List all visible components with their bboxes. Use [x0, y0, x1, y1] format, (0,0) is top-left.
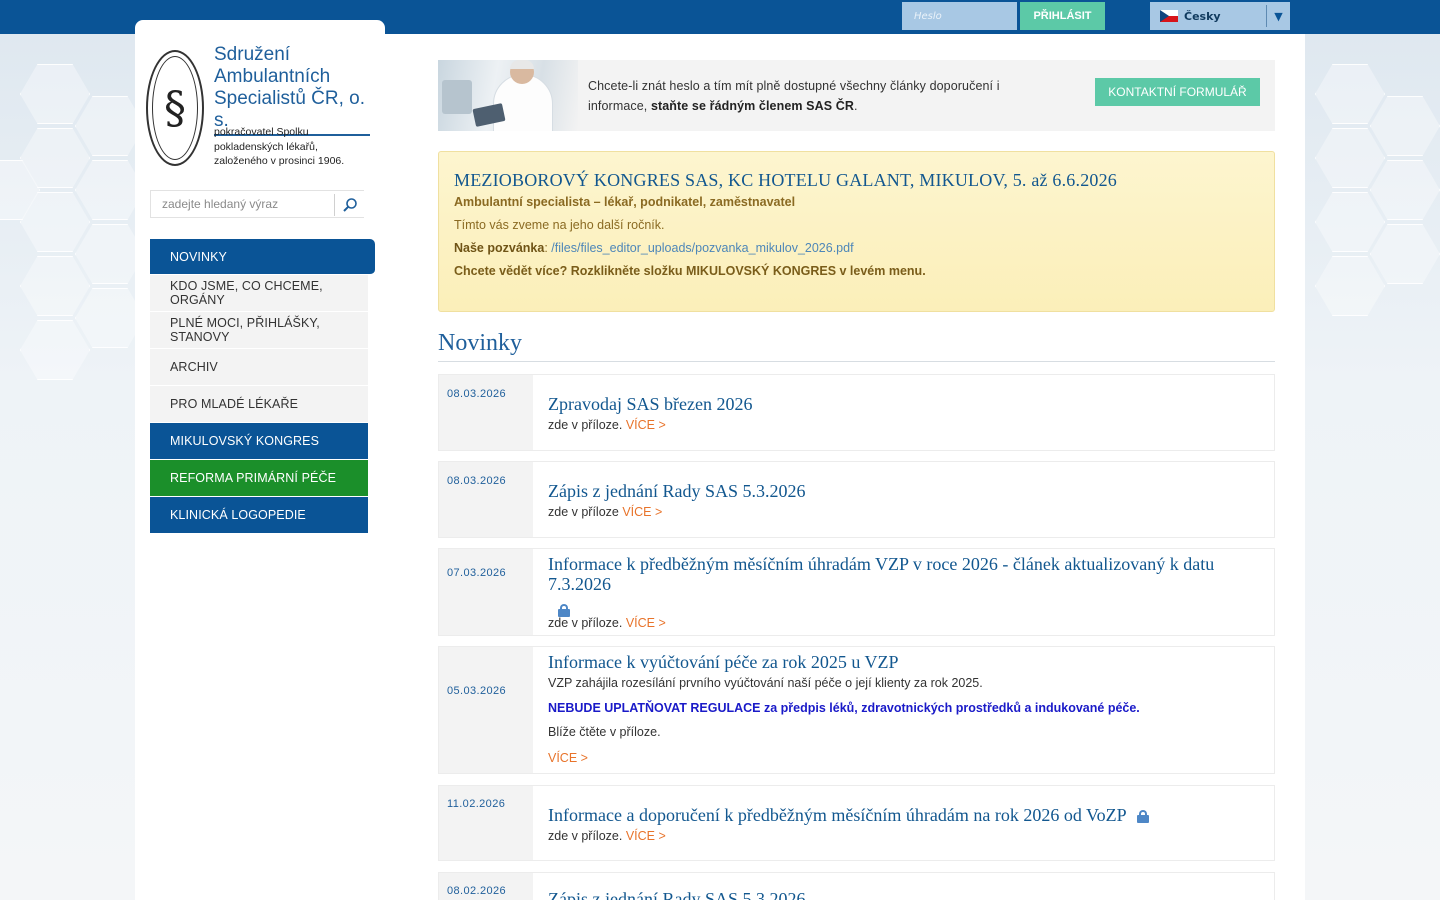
nav-item-klinicka-logopedie[interactable]: KLINICKÁ LOGOPEDIE [150, 497, 368, 534]
congress-invite: Tímto vás zveme na jeho další ročník. [454, 218, 665, 232]
news-item: 07.03.2026 Informace k předběžným měsíčn… [438, 548, 1275, 636]
logo-subtitle: pokračovatel Spolku pokladenských lékařů… [214, 126, 345, 167]
logo-title[interactable]: Sdružení Ambulantních Specialistů ČR, o.… [214, 44, 370, 136]
password-input[interactable] [902, 2, 1017, 30]
news-highlight: NEBUDE UPLATŇOVAT REGULACE za předpis lé… [548, 701, 1140, 715]
news-date: 08.02.2026 [439, 873, 533, 900]
membership-banner: Chcete-li znát heslo a tím mít plně dost… [438, 60, 1275, 131]
background-left [0, 34, 145, 900]
nav-item-plne-moci[interactable]: PLNÉ MOCI, PŘIHLÁŠKY, STANOVY [150, 312, 368, 349]
sidebar-top [135, 20, 385, 34]
lock-icon [558, 604, 570, 617]
news-more-link[interactable]: VÍCE > [548, 751, 588, 765]
logo-icon[interactable]: § [146, 50, 204, 166]
congress-announcement: MEZIOBOROVÝ KONGRES SAS, KC HOTELU GALAN… [438, 151, 1275, 312]
language-label: Česky [1184, 9, 1221, 23]
news-more-link[interactable]: VÍCE > [626, 829, 666, 843]
chevron-down-icon[interactable]: ▼ [1266, 5, 1290, 27]
news-title[interactable]: Informace k předběžným měsíčním úhradám … [548, 554, 1274, 594]
login-button[interactable]: PŘIHLÁSIT [1020, 2, 1105, 30]
nav-item-kdo-jsme[interactable]: KDO JSME, CO CHCEME, ORGÁNY [150, 275, 368, 312]
congress-more: Chcete vědět více? Rozklikněte složku MI… [454, 264, 926, 278]
news-more-link[interactable]: VÍCE > [622, 505, 662, 519]
news-more-link[interactable]: VÍCE > [626, 616, 666, 630]
congress-pozvanka: Naše pozvánka: /files/files_editor_uploa… [454, 241, 854, 255]
nav-item-archiv[interactable]: ARCHIV [150, 349, 368, 386]
news-desc: VZP zahájila rozesílání prvního vyúčtová… [548, 676, 983, 690]
news-item: 08.03.2026 Zpravodaj SAS březen 2026 zde… [438, 374, 1275, 451]
news-item: 11.02.2026 Informace a doporučení k před… [438, 785, 1275, 861]
membership-text: Chcete-li znát heslo a tím mít plně dost… [588, 78, 1000, 113]
background-right [1305, 34, 1440, 900]
news-title[interactable]: Zápis z jednání Rady SAS 5.3.2026 [548, 889, 1274, 900]
nav-item-novinky[interactable]: NOVINKY [150, 239, 375, 275]
membership-cta: staňte se řádným členem SAS ČR [650, 98, 855, 113]
news-item: 05.03.2026 Informace k vyúčtování péče z… [438, 646, 1275, 774]
lock-icon [1136, 810, 1149, 824]
nav-item-pro-mlade-lekare[interactable]: PRO MLADÉ LÉKAŘE [150, 386, 368, 423]
nav-item-mikulovsky-kongres[interactable]: MIKULOVSKÝ KONGRES [150, 423, 368, 460]
congress-subtitle: Ambulantní specialista – lékař, podnikat… [454, 195, 796, 209]
news-desc-2: Blíže čtěte v příloze. [548, 725, 661, 739]
pozvanka-link[interactable]: /files/files_editor_uploads/pozvanka_mik… [551, 241, 853, 255]
news-section-title: Novinky [438, 330, 1275, 362]
language-select[interactable]: Česky ▼ [1150, 2, 1290, 30]
search-input[interactable] [151, 192, 331, 216]
news-date: 07.03.2026 [439, 549, 533, 635]
czech-flag-icon [1160, 10, 1178, 22]
news-title[interactable]: Informace a doporučení k předběžným měsí… [548, 805, 1126, 825]
sidebar-nav: NOVINKY KDO JSME, CO CHCEME, ORGÁNY PLNÉ… [150, 239, 375, 534]
search-icon [342, 198, 357, 212]
congress-title: MEZIOBOROVÝ KONGRES SAS, KC HOTELU GALAN… [454, 170, 1118, 190]
news-more-link[interactable]: VÍCE > [626, 418, 666, 432]
news-date: 08.03.2026 [439, 375, 533, 450]
news-title[interactable]: Zápis z jednání Rady SAS 5.3.2026 [548, 481, 1274, 501]
news-title[interactable]: Informace k vyúčtování péče za rok 2025 … [548, 652, 1274, 672]
news-date: 11.02.2026 [439, 786, 533, 860]
search-button[interactable] [334, 194, 364, 216]
contact-form-button[interactable]: KONTAKTNÍ FORMULÁŘ [1095, 78, 1260, 106]
news-date: 05.03.2026 [439, 647, 533, 773]
doctor-image [438, 60, 578, 131]
nav-item-reforma-primarni-pece[interactable]: REFORMA PRIMÁRNÍ PÉČE [150, 460, 368, 497]
news-date: 08.03.2026 [439, 462, 533, 537]
news-title[interactable]: Zpravodaj SAS březen 2026 [548, 394, 1274, 414]
search-box [150, 190, 364, 218]
news-item: 08.02.2026 Zápis z jednání Rady SAS 5.3.… [438, 872, 1275, 900]
news-item: 08.03.2026 Zápis z jednání Rady SAS 5.3.… [438, 461, 1275, 538]
